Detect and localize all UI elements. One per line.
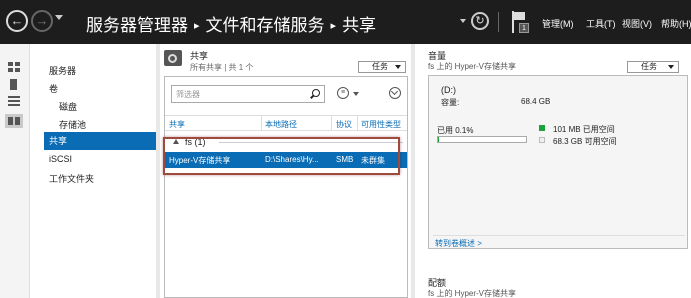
breadcrumb-separator: ▸ (194, 20, 200, 32)
divider (498, 12, 499, 32)
drive-letter: (D:) (441, 85, 456, 95)
usage-bar-fill (438, 137, 440, 142)
volume-subtitle: fs 上的 Hyper-V存储共享 (428, 62, 517, 71)
tasks-label: 任务 (372, 62, 388, 71)
notifications-flag-icon[interactable]: 1 (512, 11, 529, 33)
volume-tasks-button[interactable]: 任务 (627, 61, 679, 73)
nav-item-shares[interactable]: 共享 (44, 132, 157, 150)
list-options-icon[interactable]: ≡ (337, 87, 349, 99)
nav-item-servers[interactable]: 服务器 (49, 64, 76, 77)
expand-icon[interactable] (389, 87, 401, 99)
breadcrumb: 服务器管理器 ▸ 文件和存储服务 ▸ 共享 (86, 11, 376, 36)
capacity-value: 68.4 GB (521, 97, 551, 106)
search-icon[interactable] (312, 89, 320, 97)
menu-view[interactable]: 视图(V) (622, 17, 652, 30)
quota-subtitle: fs 上的 Hyper-V存储共享 (428, 289, 517, 298)
volume-details: (D:) 容量: 68.4 GB 已用 0.1% 101 MB 已用空间 68.… (428, 75, 688, 249)
icon-rail (0, 44, 30, 298)
shares-tasks-button[interactable]: 任务 (358, 61, 406, 73)
volume-panel: 音量 fs 上的 Hyper-V存储共享 任务 (D:) 容量: 68.4 GB… (415, 44, 691, 298)
file-storage-nav: 服务器 卷 磁盘 存储池 共享 iSCSI 工作文件夹 (31, 44, 157, 298)
dashboard-icon[interactable] (7, 62, 21, 73)
shares-subtitle: 所有共享 | 共 1 个 (190, 63, 254, 72)
free-space: 68.3 GB 可用空间 (553, 137, 617, 146)
back-button[interactable]: ← (6, 10, 28, 32)
breadcrumb-item-file-storage[interactable]: 文件和存储服务 (206, 16, 325, 35)
column-availability[interactable]: 可用性类型 (361, 119, 401, 130)
filter-input[interactable]: 筛选器 (171, 85, 325, 103)
chevron-down-icon (395, 65, 401, 69)
used-space: 101 MB 已用空间 (553, 125, 615, 134)
shares-title: 共享 (190, 51, 209, 61)
column-local-path[interactable]: 本地路径 (265, 119, 297, 130)
highlight-box (163, 137, 400, 175)
history-dropdown-icon[interactable] (55, 15, 63, 20)
tasks-label: 任务 (641, 62, 657, 71)
nav-item-iscsi[interactable]: iSCSI (49, 154, 72, 164)
all-servers-icon[interactable] (7, 96, 21, 107)
filter-placeholder: 筛选器 (176, 90, 200, 99)
file-storage-services-icon[interactable] (5, 114, 23, 128)
free-legend-swatch (539, 137, 545, 143)
nav-item-work-folders[interactable]: 工作文件夹 (49, 172, 94, 185)
table-header: 共享 本地路径 协议 可用性类型 (165, 115, 407, 131)
breadcrumb-item-server-manager[interactable]: 服务器管理器 (86, 16, 188, 35)
chevron-down-icon (668, 65, 674, 69)
usage-bar (437, 136, 527, 143)
menu-manage[interactable]: 管理(M) (542, 17, 574, 30)
breadcrumb-separator: ▸ (330, 20, 337, 32)
chevron-down-icon[interactable] (353, 92, 359, 96)
chevron-down-icon[interactable] (460, 19, 466, 23)
nav-item-volumes[interactable]: 卷 (49, 82, 58, 95)
nav-item-storage-pools[interactable]: 存储池 (59, 118, 86, 131)
local-server-icon[interactable] (7, 79, 21, 90)
menu-help[interactable]: 帮助(H) (661, 17, 691, 30)
column-protocol[interactable]: 协议 (336, 119, 352, 130)
menu-tools[interactable]: 工具(T) (586, 17, 616, 30)
capacity-label: 容量: (441, 98, 460, 107)
go-to-volume-overview-link[interactable]: 转到卷概述 > (435, 238, 482, 249)
refresh-icon[interactable]: ↻ (471, 12, 489, 30)
column-share[interactable]: 共享 (169, 119, 185, 130)
used-percent: 已用 0.1% (437, 126, 474, 135)
used-legend-swatch (539, 125, 545, 131)
forward-button[interactable]: → (31, 10, 53, 32)
title-bar: ← → 服务器管理器 ▸ 文件和存储服务 ▸ 共享 ↻ 1 管理(M) 工具(T) 视图… (0, 0, 691, 44)
share-folder-icon (164, 50, 182, 66)
breadcrumb-item-shares: 共享 (342, 16, 377, 35)
shares-list-box: 筛选器 ≡ 共享 本地路径 协议 可用性类型 fs (1) Hyper-V存储共… (164, 76, 408, 298)
notification-badge: 1 (519, 23, 529, 33)
nav-item-disks[interactable]: 磁盘 (59, 100, 77, 113)
